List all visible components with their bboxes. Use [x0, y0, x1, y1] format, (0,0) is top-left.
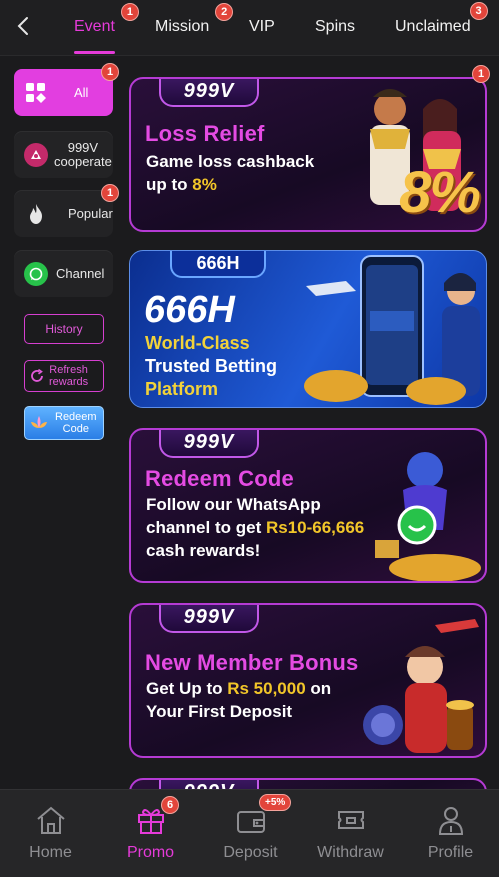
tab-mission[interactable]: Mission 2	[155, 0, 234, 54]
tab-unclaimed-badge: 3	[469, 2, 488, 20]
999v-ribbon: 999V	[159, 605, 259, 633]
banner-title: New Member Bonus	[145, 650, 359, 675]
sidebar-item-999v-cooperate[interactable]: 999V cooperate	[14, 131, 113, 178]
nav-withdraw-label: Withdraw	[317, 844, 384, 861]
top-tab-bar: Event 1 Mission 2 VIP Spins Unclaimed 3	[0, 0, 499, 56]
tab-unclaimed-label: Unclaimed	[395, 18, 471, 35]
sidebar-item-popular[interactable]: Popular 1	[14, 184, 119, 237]
big-percent-graphic: 8%	[399, 160, 481, 225]
tab-event[interactable]: Event 1	[74, 0, 139, 54]
refresh-rewards-button[interactable]: Refresh rewards	[24, 360, 104, 392]
nav-home-label: Home	[29, 844, 72, 861]
tab-event-badge: 1	[120, 3, 139, 21]
ticket-icon	[337, 811, 364, 829]
tab-mission-badge: 2	[215, 3, 234, 21]
tab-spins[interactable]: Spins	[315, 0, 355, 54]
999v-logo-icon	[24, 142, 48, 167]
back-button[interactable]	[10, 12, 38, 40]
sidebar-item-label: All	[74, 84, 89, 100]
999v-ribbon: 999V	[159, 79, 259, 107]
666h-ribbon: 666H	[170, 251, 266, 278]
history-button[interactable]: History	[24, 314, 104, 344]
nav-deposit[interactable]: Deposit +5%	[201, 790, 300, 877]
banner-line-1: Game loss cashback	[146, 152, 315, 171]
banner-line-1: Follow our WhatsApp	[146, 495, 321, 514]
nav-deposit-badge: +5%	[259, 794, 292, 811]
bottom-navigation: Home Promo 6 Deposit +5% Withdraw Profil…	[0, 789, 499, 877]
banner-title: Redeem Code	[145, 466, 294, 491]
loss-relief-badge: 1	[472, 65, 490, 83]
refresh-rewards-label: Refresh rewards	[49, 364, 89, 388]
loss-relief-banner[interactable]: 999V Loss Relief Game loss cashback up t…	[129, 77, 487, 232]
nav-promo[interactable]: Promo 6	[101, 790, 200, 877]
tab-event-label: Event	[74, 18, 115, 35]
sidebar-item-channel[interactable]: Channel	[14, 250, 113, 297]
flame-icon	[24, 202, 48, 226]
profile-icon	[438, 807, 463, 835]
nav-withdraw[interactable]: Withdraw	[301, 790, 400, 877]
666h-banner[interactable]: 666H 666H World-Class Trusted Betting Pl…	[129, 250, 487, 408]
history-button-label: History	[45, 322, 83, 336]
sidebar-item-all[interactable]: All 1	[14, 63, 119, 116]
banner-line-3: cash rewards!	[146, 541, 261, 560]
refresh-icon	[31, 368, 43, 382]
redeem-code-banner[interactable]: 999V Redeem Code Follow our WhatsApp cha…	[129, 428, 487, 583]
nav-profile-label: Profile	[427, 844, 474, 861]
tab-spins-label: Spins	[315, 18, 356, 35]
tab-mission-label: Mission	[155, 18, 210, 35]
999v-ribbon: 999V	[159, 430, 259, 458]
banner-title: Loss Relief	[145, 121, 265, 146]
sidebar-popular-badge: 1	[101, 184, 119, 202]
aviator-girl-illustration	[363, 619, 479, 753]
nav-deposit-label: Deposit	[223, 844, 278, 861]
banner-line-2: Trusted Betting	[145, 356, 278, 376]
grid-icon	[24, 81, 48, 105]
sidebar-item-label: 999V cooperate	[54, 139, 112, 169]
whatsapp-icon	[24, 261, 48, 286]
banner-line-2: up to 8%	[146, 175, 217, 194]
genie-illustration	[375, 452, 481, 581]
banner-line-1: Get Up to Rs 50,000 on	[146, 679, 332, 698]
nav-home[interactable]: Home	[1, 790, 100, 877]
nav-promo-label: Promo	[126, 844, 175, 861]
tab-vip-label: VIP	[249, 18, 275, 35]
redeem-code-button[interactable]: Redeem Code	[24, 406, 104, 440]
chevron-left-icon	[17, 17, 28, 35]
sidebar-item-label: Channel	[56, 265, 105, 281]
nav-promo-badge: 6	[161, 796, 179, 814]
lotus-icon	[31, 416, 47, 428]
nav-profile[interactable]: Profile	[401, 790, 499, 877]
tab-active-indicator	[74, 51, 115, 54]
sidebar-all-badge: 1	[101, 63, 119, 81]
666h-logo: 666H	[144, 289, 235, 331]
home-icon	[36, 806, 65, 834]
new-member-bonus-banner[interactable]: 999V New Member Bonus Get Up to Rs 50,00…	[129, 603, 487, 758]
banner-line-2: channel to get Rs10-66,666	[146, 518, 365, 537]
sidebar-item-label: Popular	[68, 205, 113, 221]
banner-line-1: World-Class	[145, 333, 250, 353]
tab-vip[interactable]: VIP	[249, 0, 275, 54]
pilot-phone-illustration	[304, 255, 480, 405]
banner-line-3: Platform	[145, 379, 219, 399]
redeem-code-label: Redeem Code	[55, 411, 97, 435]
banner-line-2: Your First Deposit	[146, 702, 293, 721]
tab-unclaimed[interactable]: Unclaimed 3	[395, 0, 488, 54]
